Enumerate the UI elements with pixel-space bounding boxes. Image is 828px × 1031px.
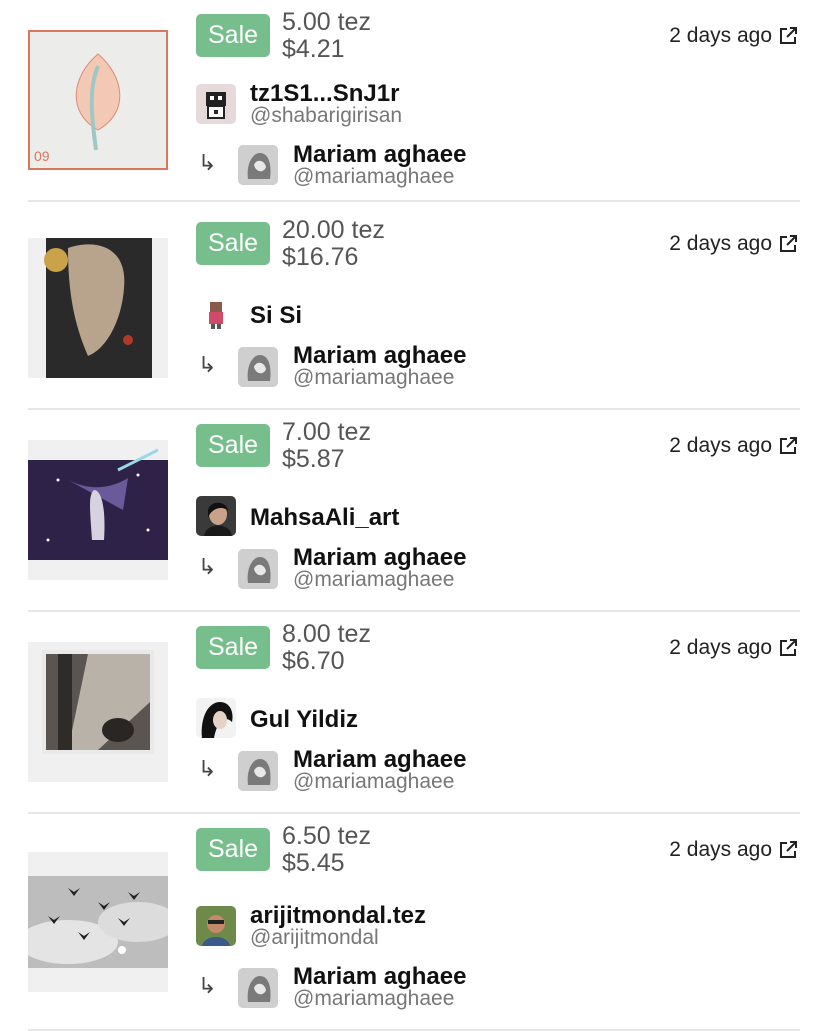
arrow-return-icon: ↳ — [198, 554, 217, 579]
row-divider — [28, 200, 800, 202]
artwork-thumbnail[interactable] — [28, 238, 168, 378]
seller-name[interactable]: Gul Yildiz — [250, 706, 358, 734]
seller-handle[interactable]: @arijitmondal — [250, 926, 379, 950]
price-usd: $5.87 — [282, 445, 345, 473]
timestamp-link[interactable]: 2 days ago — [669, 838, 772, 862]
creator-handle[interactable]: @mariamaghaee — [293, 770, 454, 794]
price-tez: 5.00 tez — [282, 8, 371, 36]
price-usd: $4.21 — [282, 35, 345, 63]
artwork-thumbnail[interactable] — [28, 642, 168, 782]
creator-handle[interactable]: @mariamaghaee — [293, 366, 454, 390]
sale-row: 09 Sale 5.00 tez $4.21 2 days ago tz1S1.… — [0, 0, 828, 202]
price-tez: 7.00 tez — [282, 418, 371, 446]
seller-avatar[interactable] — [196, 698, 236, 738]
seller-avatar[interactable] — [196, 906, 236, 946]
arrow-return-icon: ↳ — [198, 150, 217, 175]
sale-row: Sale 6.50 tez $5.45 2 days ago arijitmon… — [0, 814, 828, 1031]
creator-avatar[interactable] — [238, 347, 278, 387]
external-link-icon[interactable] — [778, 436, 798, 456]
arrow-return-icon: ↳ — [198, 756, 217, 781]
artwork-thumbnail[interactable] — [28, 440, 168, 580]
external-link-icon[interactable] — [778, 234, 798, 254]
price-tez: 20.00 tez — [282, 216, 385, 244]
artwork-thumbnail[interactable]: 09 — [28, 30, 168, 170]
sale-badge: Sale — [196, 828, 271, 871]
external-link-icon[interactable] — [778, 26, 798, 46]
external-link-icon[interactable] — [778, 638, 798, 658]
price-tez: 6.50 tez — [282, 822, 371, 850]
timestamp-link[interactable]: 2 days ago — [669, 636, 772, 660]
external-link-icon[interactable] — [778, 840, 798, 860]
timestamp-link[interactable]: 2 days ago — [669, 434, 772, 458]
sale-row: Sale 7.00 tez $5.87 2 days ago MahsaAli_… — [0, 410, 828, 612]
price-usd: $5.45 — [282, 849, 345, 877]
seller-avatar[interactable] — [196, 84, 236, 124]
seller-avatar[interactable] — [196, 294, 236, 334]
arrow-return-icon: ↳ — [198, 352, 217, 377]
creator-avatar[interactable] — [238, 549, 278, 589]
creator-handle[interactable]: @mariamaghaee — [293, 165, 454, 189]
creator-avatar[interactable] — [238, 968, 278, 1008]
sale-badge: Sale — [196, 424, 271, 467]
seller-name[interactable]: Si Si — [250, 302, 302, 330]
creator-handle[interactable]: @mariamaghaee — [293, 568, 454, 592]
price-usd: $16.76 — [282, 243, 359, 271]
price-usd: $6.70 — [282, 647, 345, 675]
creator-avatar[interactable] — [238, 751, 278, 791]
thumbnail-number: 09 — [34, 148, 50, 164]
arrow-return-icon: ↳ — [198, 973, 217, 998]
seller-name[interactable]: MahsaAli_art — [250, 504, 399, 532]
sale-row: Sale 20.00 tez $16.76 2 days ago Si Si ↳ — [0, 208, 828, 410]
seller-handle[interactable]: @shabarigirisan — [250, 104, 402, 128]
timestamp-link[interactable]: 2 days ago — [669, 232, 772, 256]
timestamp-link[interactable]: 2 days ago — [669, 24, 772, 48]
sale-badge: Sale — [196, 14, 271, 57]
sale-badge: Sale — [196, 626, 271, 669]
creator-handle[interactable]: @mariamaghaee — [293, 987, 454, 1011]
price-tez: 8.00 tez — [282, 620, 371, 648]
sales-feed: 09 Sale 5.00 tez $4.21 2 days ago tz1S1.… — [0, 0, 828, 1031]
sale-row: Sale 8.00 tez $6.70 2 days ago Gul Yildi… — [0, 612, 828, 814]
artwork-thumbnail[interactable] — [28, 852, 168, 992]
sale-badge: Sale — [196, 222, 271, 265]
seller-avatar[interactable] — [196, 496, 236, 536]
creator-avatar[interactable] — [238, 145, 278, 185]
